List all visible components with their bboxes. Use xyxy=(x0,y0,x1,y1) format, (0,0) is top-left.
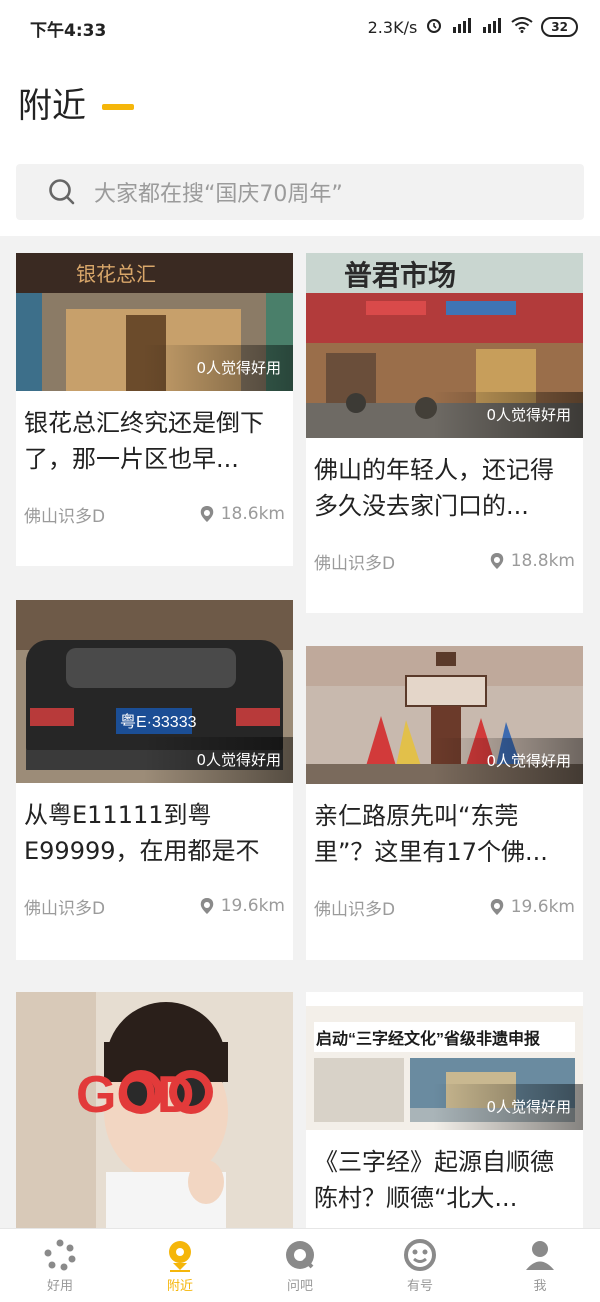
wifi-icon xyxy=(511,17,533,37)
distance-text: 18.8km xyxy=(510,551,575,571)
card-badge: 0人觉得好用 xyxy=(143,737,293,783)
feed-card[interactable]: 银花总汇 0人觉得好用 银花总汇终究还是倒下了，那一片区也早... 佛山识多D … xyxy=(16,253,293,566)
tab-label: 好用 xyxy=(46,1279,73,1294)
status-bar: 下午4:33 2.3K/s 32 xyxy=(0,0,600,56)
card-distance: 19.6km xyxy=(199,896,285,916)
feed-card[interactable]: 0人觉得好用 亲仁路原先叫“东莞里”？这里有17个佛... 佛山识多D 19.6… xyxy=(306,646,583,960)
card-meta: 佛山识多D 18.6km xyxy=(24,501,285,527)
tab-fujin[interactable]: 附近 xyxy=(120,1229,240,1302)
card-distance: 18.8km xyxy=(489,551,575,571)
location-icon xyxy=(200,898,213,914)
card-distance: 18.6km xyxy=(199,504,285,524)
card-image: 银花总汇 0人觉得好用 xyxy=(16,253,293,391)
search-placeholder: 大家都在搜“国庆70周年” xyxy=(94,182,343,207)
question-chat-icon xyxy=(286,1241,314,1269)
dots-circle-icon xyxy=(44,1239,76,1271)
location-icon xyxy=(200,506,213,522)
card-distance: 19.6km xyxy=(489,897,575,917)
search-bar[interactable]: 大家都在搜“国庆70周年” xyxy=(16,164,584,220)
card-title: 从粤E11111到粤E99999，在用都是不得... xyxy=(24,801,260,865)
title-underline xyxy=(102,104,134,110)
card-image: 普君市场 0人觉得好用 xyxy=(306,253,583,438)
location-icon xyxy=(490,553,503,569)
card-image: 0人觉得好用 xyxy=(306,646,583,784)
battery-indicator: 32 xyxy=(541,17,578,37)
tab-label: 我 xyxy=(533,1279,547,1294)
feed-card[interactable]: 启动“三字经文化”省级非遗申报 0人觉得好用 《三字经》起源自顺德陈村？顺德“北… xyxy=(306,992,583,1228)
status-icons: 2.3K/s 32 xyxy=(368,16,578,38)
image-text: GOD xyxy=(76,1066,194,1124)
tab-label: 有号 xyxy=(406,1279,433,1294)
card-meta: 佛山识多D 19.6km xyxy=(24,893,285,919)
card-title: 银花总汇终究还是倒下了，那一片区也早... xyxy=(24,409,264,473)
image-text: 普君市场 xyxy=(344,259,456,291)
image-text: 粤E·33333 xyxy=(120,712,197,731)
smile-circle-icon xyxy=(404,1239,436,1271)
feed-card[interactable]: 普君市场 0人觉得好用 佛山的年轻人，还记得多久没去家门口的... 佛山识多D … xyxy=(306,253,583,613)
card-image: 启动“三字经文化”省级非遗申报 0人觉得好用 xyxy=(306,992,583,1130)
status-time: 下午4:33 xyxy=(30,21,107,41)
distance-text: 18.6km xyxy=(220,504,285,524)
feed-card[interactable]: GOD xyxy=(16,992,293,1228)
card-badge: 0人觉得好用 xyxy=(433,1084,583,1130)
tab-youhao[interactable]: 有号 xyxy=(360,1229,480,1302)
search-icon xyxy=(49,179,75,205)
alarm-icon xyxy=(425,16,443,38)
card-meta: 佛山识多D 19.6km xyxy=(314,894,575,920)
card-author: 佛山识多D xyxy=(314,553,396,574)
tab-haoyong[interactable]: 好用 xyxy=(0,1229,120,1302)
tab-wo[interactable]: 我 xyxy=(480,1229,600,1302)
image-text: 启动“三字经文化”省级非遗申报 xyxy=(316,1029,540,1048)
card-title: 亲仁路原先叫“东莞里”？这里有17个佛... xyxy=(314,802,548,866)
page-title: 附近 xyxy=(18,86,86,126)
distance-text: 19.6km xyxy=(510,897,575,917)
distance-text: 19.6km xyxy=(220,896,285,916)
card-badge: 0人觉得好用 xyxy=(433,738,583,784)
location-icon xyxy=(490,899,503,915)
tab-label: 问吧 xyxy=(286,1279,313,1294)
card-image: 粤E·33333 0人觉得好用 xyxy=(16,600,293,783)
card-badge: 0人觉得好用 xyxy=(143,345,293,391)
signal-icon xyxy=(451,17,473,37)
tab-label: 附近 xyxy=(166,1279,193,1294)
bottom-tab-bar: 好用 附近 问吧 有号 我 xyxy=(0,1228,600,1302)
card-title: 佛山的年轻人，还记得多久没去家门口的... xyxy=(314,456,554,520)
signal-icon-2 xyxy=(481,17,503,37)
tab-wenba[interactable]: 问吧 xyxy=(240,1229,360,1302)
card-author: 佛山识多D xyxy=(24,898,106,919)
page-header: 附近 大家都在搜“国庆70周年” xyxy=(0,56,600,236)
card-meta: 佛山识多D 18.8km xyxy=(314,548,575,574)
network-speed: 2.3K/s xyxy=(367,17,418,37)
card-badge: 0人觉得好用 xyxy=(433,392,583,438)
feed-card[interactable]: 粤E·33333 0人觉得好用 从粤E11111到粤E99999，在用都是不得.… xyxy=(16,600,293,960)
image-text: 银花总汇 xyxy=(76,263,156,286)
nearby-feed[interactable]: 银花总汇 0人觉得好用 银花总汇终究还是倒下了，那一片区也早... 佛山识多D … xyxy=(0,236,600,1228)
card-image: GOD xyxy=(16,992,293,1228)
card-author: 佛山识多D xyxy=(24,506,106,527)
card-author: 佛山识多D xyxy=(314,899,396,920)
location-pin-icon xyxy=(169,1241,191,1272)
person-icon xyxy=(526,1241,554,1270)
card-title: 《三字经》起源自顺德陈村？顺德“北大... xyxy=(314,1148,554,1212)
